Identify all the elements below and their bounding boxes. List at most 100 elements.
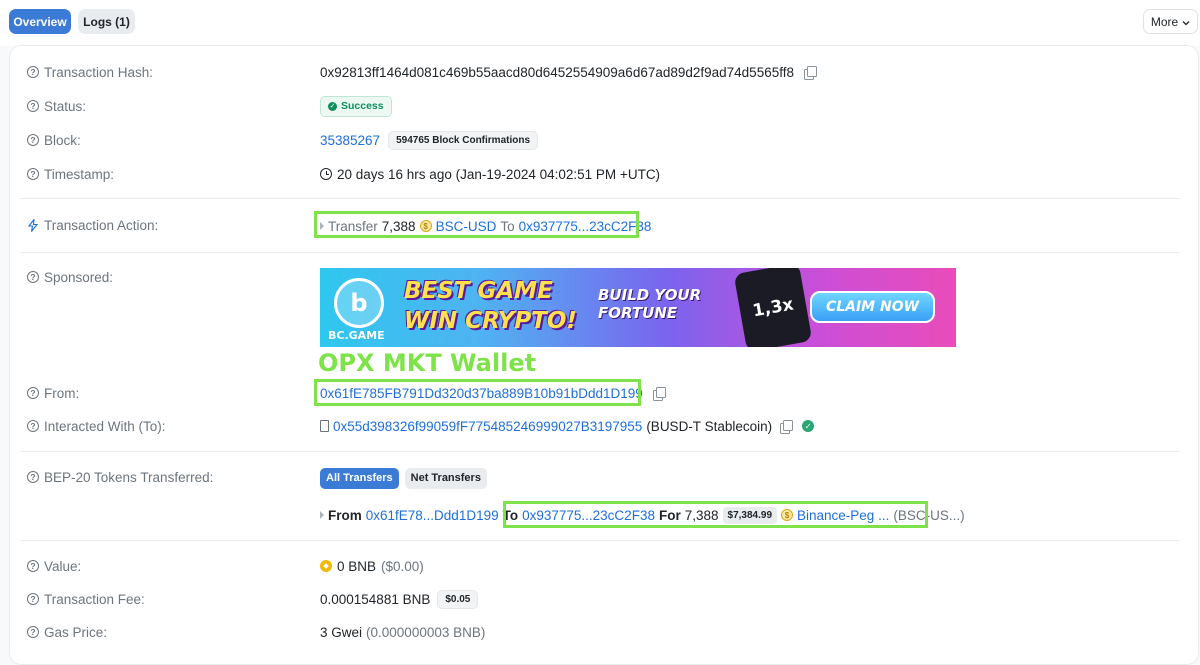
transfer-from-word: From bbox=[328, 507, 362, 523]
fee-label-text: Transaction Fee: bbox=[44, 591, 145, 607]
bsc-usd-token-icon: $ bbox=[781, 509, 794, 521]
copy-icon[interactable] bbox=[780, 419, 794, 434]
more-button[interactable]: More bbox=[1143, 9, 1198, 34]
ad-subtitle: BUILD YOUR FORTUNE bbox=[598, 286, 702, 322]
help-icon: ? bbox=[27, 100, 39, 112]
interacted-label-text: Interacted With (To): bbox=[44, 418, 166, 434]
divider bbox=[20, 198, 1180, 199]
from-label: ? From: bbox=[27, 383, 79, 403]
tokens-label-text: BEP-20 Tokens Transferred: bbox=[44, 469, 214, 485]
transfers-toggle: All Transfers Net Transfers bbox=[320, 467, 487, 489]
copy-icon[interactable] bbox=[652, 386, 666, 401]
status-value: ✓ Success bbox=[320, 95, 392, 117]
from-address-link[interactable]: 0x61fE785FB791Dd320d37ba889B10b91bDdd1D1… bbox=[320, 386, 643, 401]
help-icon: ? bbox=[27, 560, 39, 572]
timestamp-value: 20 days 16 hrs ago (Jan-19-2024 04:02:51… bbox=[320, 164, 660, 184]
timestamp-text: 20 days 16 hrs ago (Jan-19-2024 04:02:51… bbox=[337, 166, 661, 182]
token-transfer-row: From 0x61fE78...Ddd1D199 To 0x937775...2… bbox=[320, 505, 965, 525]
ad-phone-graphic: 1,3x bbox=[733, 268, 813, 347]
status-label: ? Status: bbox=[27, 96, 86, 116]
block-value: 35385267 594765 Block Confirmations bbox=[320, 130, 539, 150]
help-icon: ? bbox=[27, 471, 39, 483]
copy-icon[interactable] bbox=[803, 65, 817, 80]
tab-overview[interactable]: Overview bbox=[9, 9, 71, 34]
overview-card bbox=[9, 45, 1199, 665]
action-token-link[interactable]: BSC-USD bbox=[436, 219, 497, 234]
action-value: Transfer 7,388 $ BSC-USD To 0x937775...2… bbox=[320, 216, 651, 236]
bc-game-logo-text: BC.GAME bbox=[328, 329, 385, 342]
tx-hash-label-text: Transaction Hash: bbox=[44, 64, 154, 80]
from-label-text: From: bbox=[44, 385, 80, 401]
timestamp-label-text: Timestamp: bbox=[44, 166, 115, 182]
bsc-usd-token-icon: $ bbox=[419, 220, 432, 232]
value-label-text: Value: bbox=[44, 558, 82, 574]
transfer-to-word: To bbox=[502, 507, 519, 523]
caret-right-icon bbox=[320, 222, 324, 230]
interacted-address-link[interactable]: 0x55d398326f99059fF775485246999027B31979… bbox=[333, 419, 642, 434]
net-transfers-button[interactable]: Net Transfers bbox=[404, 467, 487, 489]
caret-right-icon bbox=[320, 511, 324, 519]
bnb-coin-icon bbox=[320, 560, 332, 572]
help-icon: ? bbox=[27, 134, 39, 146]
block-number-link[interactable]: 35385267 bbox=[320, 133, 380, 148]
transfer-amount: 7,388 bbox=[684, 507, 719, 523]
gas-amount: 3 Gwei bbox=[320, 624, 363, 640]
help-icon: ? bbox=[27, 66, 39, 78]
status-badge-text: Success bbox=[341, 100, 384, 112]
tx-hash-value: 0x92813ff1464d081c469b55aacd80d645255490… bbox=[320, 62, 817, 82]
ad-title: BEST GAME WIN CRYPTO! bbox=[404, 276, 580, 340]
transfer-usd-value: $7,384.99 bbox=[722, 506, 778, 524]
ad-multiplier: 1,3x bbox=[751, 294, 795, 321]
value-value: 0 BNB ($0.00) bbox=[320, 556, 424, 576]
action-to-word: To bbox=[500, 218, 515, 234]
tx-hash-label: ? Transaction Hash: bbox=[27, 62, 153, 82]
interacted-contract-name: (BUSD-T Stablecoin) bbox=[646, 418, 773, 434]
sponsored-ad-banner[interactable]: b BC.GAME BEST GAME WIN CRYPTO! BUILD YO… bbox=[320, 268, 956, 347]
transfer-token-symbol: (BSC-US...) bbox=[893, 507, 965, 523]
fee-usd-badge: $0.05 bbox=[437, 589, 479, 609]
transfer-token-link[interactable]: Binance-Peg ... bbox=[797, 508, 889, 523]
help-icon: ? bbox=[27, 168, 39, 180]
verified-check-icon: ✓ bbox=[802, 420, 815, 432]
gas-detail: (0.000000003 BNB) bbox=[366, 624, 486, 640]
fee-label: ? Transaction Fee: bbox=[27, 589, 145, 609]
interacted-value: 0x55d398326f99059fF775485246999027B31979… bbox=[320, 416, 815, 436]
more-label: More bbox=[1150, 14, 1179, 29]
transfer-to-address-link[interactable]: 0x937775...23cC2F38 bbox=[522, 508, 655, 523]
block-label: ? Block: bbox=[27, 130, 81, 150]
ad-title-line1: BEST GAME bbox=[404, 278, 553, 304]
help-icon: ? bbox=[27, 626, 39, 638]
transfer-for-word: For bbox=[658, 507, 681, 523]
transfer-from-address-link[interactable]: 0x61fE78...Ddd1D199 bbox=[366, 508, 499, 523]
clock-icon bbox=[320, 168, 332, 180]
gas-label-text: Gas Price: bbox=[44, 624, 108, 640]
fee-value: 0.000154881 BNB $0.05 bbox=[320, 589, 479, 609]
divider bbox=[20, 540, 1180, 541]
value-usd: ($0.00) bbox=[381, 558, 424, 574]
value-label: ? Value: bbox=[27, 556, 81, 576]
help-icon: ? bbox=[27, 387, 39, 399]
action-to-address-link[interactable]: 0x937775...23cC2F38 bbox=[519, 219, 652, 234]
help-icon: ? bbox=[27, 420, 39, 432]
gas-label: ? Gas Price: bbox=[27, 622, 107, 642]
sponsored-label: ? Sponsored: bbox=[27, 267, 113, 287]
check-circle-icon: ✓ bbox=[328, 101, 337, 111]
status-label-text: Status: bbox=[44, 98, 87, 114]
tab-logs[interactable]: Logs (1) bbox=[78, 9, 135, 34]
from-value: 0x61fE785FB791Dd320d37ba889B10b91bDdd1D1… bbox=[320, 383, 666, 403]
tokens-label: ? BEP-20 Tokens Transferred: bbox=[27, 467, 213, 487]
help-icon: ? bbox=[27, 593, 39, 605]
block-label-text: Block: bbox=[44, 132, 81, 148]
divider bbox=[20, 252, 1180, 253]
fee-amount: 0.000154881 BNB bbox=[320, 591, 431, 607]
action-verb: Transfer bbox=[328, 218, 378, 234]
action-amount: 7,388 bbox=[381, 218, 416, 234]
value-amount: 0 BNB bbox=[337, 558, 377, 574]
ad-claim-button[interactable]: CLAIM NOW bbox=[810, 291, 935, 323]
tx-hash-text: 0x92813ff1464d081c469b55aacd80d645255490… bbox=[320, 64, 794, 80]
bc-game-logo: b bbox=[334, 278, 384, 328]
sponsored-label-text: Sponsored: bbox=[44, 269, 114, 285]
gas-value: 3 Gwei (0.000000003 BNB) bbox=[320, 622, 485, 642]
ad-title-line2: WIN CRYPTO! bbox=[404, 308, 577, 334]
all-transfers-button[interactable]: All Transfers bbox=[320, 467, 399, 489]
